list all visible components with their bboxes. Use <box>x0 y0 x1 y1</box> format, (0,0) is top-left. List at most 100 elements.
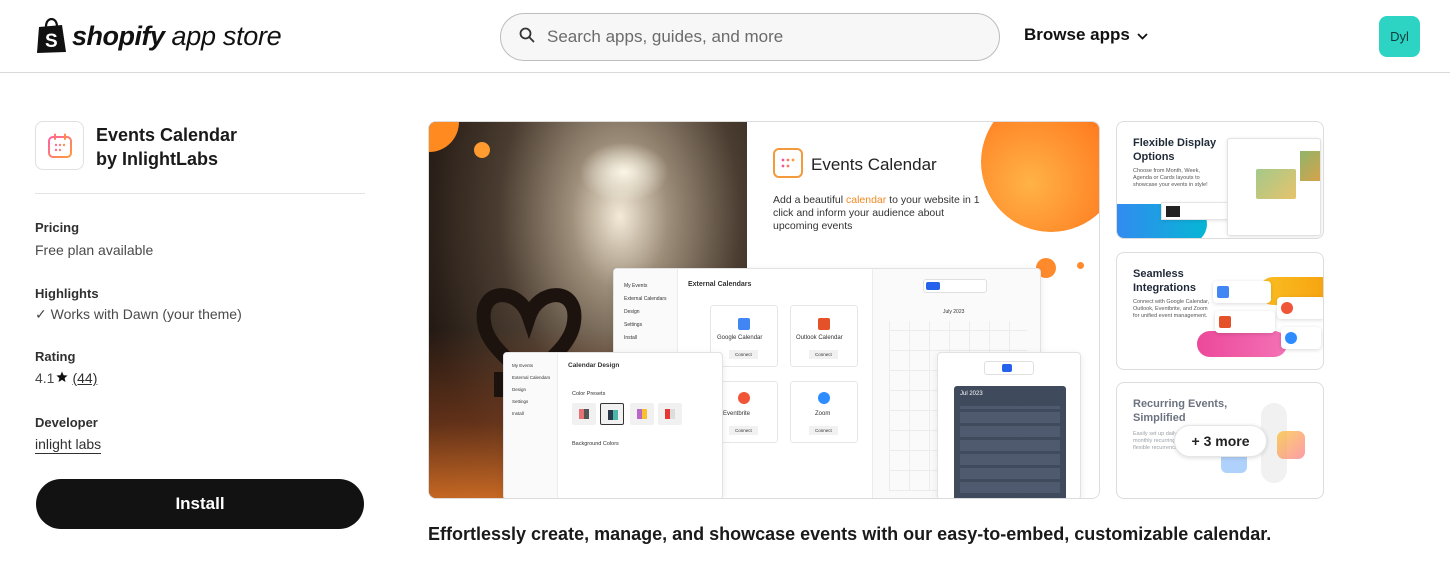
connect-button: Connect <box>809 426 838 435</box>
pricing-label: Pricing <box>35 220 80 235</box>
eventbrite-label: Eventbrite <box>723 411 751 417</box>
dark-calendar: Jul 2023 <box>954 386 1066 498</box>
mock-side-item: Design <box>624 309 640 315</box>
dark-calendar-mock: Jul 2023 <box>937 352 1081 498</box>
search-bar[interactable] <box>500 13 1000 61</box>
rating-count-link[interactable]: (44) <box>72 370 97 386</box>
highlights-label: Highlights <box>35 286 99 301</box>
orange-blob-decoration <box>981 122 1099 232</box>
search-icon <box>519 27 535 48</box>
developer-label: Developer <box>35 415 98 430</box>
thumbnail-flexible-display[interactable]: Flexible Display Options Choose from Mon… <box>1116 121 1324 239</box>
rating-row: 4.1 (44) <box>35 370 97 386</box>
color-preset-swatch <box>572 403 596 425</box>
more-screenshots-button[interactable]: + 3 more <box>1174 425 1267 457</box>
shopify-app-store-logo[interactable]: S shopify app store <box>35 16 282 56</box>
install-button[interactable]: Install <box>36 479 364 529</box>
connect-button: Connect <box>809 350 838 359</box>
connect-button: Connect <box>729 350 758 359</box>
calendar-layout-preview <box>1227 138 1321 236</box>
developer-link[interactable]: inlight labs <box>35 436 102 454</box>
mock-design-title: Calendar Design <box>568 362 620 369</box>
promo-title: Events Calendar <box>811 155 937 174</box>
logo-text-shopify: shopify <box>72 20 165 51</box>
mock-color-presets: Color Presets <box>572 391 606 397</box>
orange-dot-decoration <box>474 142 490 158</box>
view-toggle <box>984 361 1034 375</box>
zoom-label: Zoom <box>815 411 831 417</box>
highlights-value: ✓ Works with Dawn (your theme) <box>35 306 242 322</box>
promo-description: Add a beautiful calendar to your website… <box>773 194 983 233</box>
svg-text:S: S <box>45 31 58 52</box>
promo-desc-highlight: calendar <box>845 194 887 206</box>
rating-value: 4.1 <box>35 370 55 386</box>
outlook-calendar-card: Outlook Calendar Connect <box>790 305 858 367</box>
google-calendar-icon <box>738 318 750 330</box>
office-icon <box>818 318 830 330</box>
google-calendar-icon <box>1217 286 1229 298</box>
pink-wave-decoration <box>1197 331 1287 357</box>
mock-sidebar: My Events External Calendars Design Sett… <box>504 353 558 498</box>
eventbrite-icon <box>738 392 750 404</box>
user-avatar[interactable]: Dyl <box>1379 16 1420 57</box>
zoom-chip <box>1281 327 1321 349</box>
top-header: S shopify app store Browse apps Dyl <box>0 0 1450 73</box>
outlook-calendar-label: Outlook Calendar <box>796 335 843 341</box>
eventbrite-chip <box>1277 297 1323 319</box>
rating-label: Rating <box>35 349 76 364</box>
mock-background-colors: Background Colors <box>572 441 619 447</box>
eventbrite-icon <box>1281 302 1293 314</box>
thumb-title: Recurring Events, Simplified <box>1133 398 1228 424</box>
mock-side-item: Install <box>512 411 524 416</box>
app-icon-decoration <box>1277 431 1305 459</box>
google-calendar-label: Google Calendar <box>717 335 763 341</box>
star-icon <box>56 370 69 386</box>
orange-dot-decoration <box>1077 262 1084 269</box>
calendar-icon <box>47 133 72 158</box>
mock-side-item: Install <box>624 335 638 341</box>
app-developer-byline: by InlightLabs <box>96 149 219 169</box>
mock-side-item: Settings <box>512 399 529 404</box>
pricing-value: Free plan available <box>35 242 154 258</box>
outlook-chip <box>1215 311 1275 333</box>
color-preset-swatch <box>658 403 682 425</box>
thumb-description: Choose from Month, Week, Agenda or Cards… <box>1133 168 1208 188</box>
mock-side-item: My Events <box>624 283 648 289</box>
logo-text-app-store: app store <box>171 20 282 51</box>
view-toggle <box>923 279 987 293</box>
promo-desc-a: Add a beautiful <box>773 194 846 206</box>
hero-screenshot[interactable]: Events Calendar Add a beautiful calendar… <box>428 121 1100 499</box>
calendar-design-mock: My Events External Calendars Design Sett… <box>503 352 723 498</box>
mock-side-item: Design <box>512 387 527 392</box>
app-name: Events Calendar <box>96 125 238 145</box>
color-preset-swatch <box>630 403 654 425</box>
mock-side-item: Settings <box>624 322 643 328</box>
mock-month-label: July 2023 <box>943 309 965 315</box>
zoom-card: Zoom Connect <box>790 381 858 443</box>
search-input[interactable] <box>547 27 967 47</box>
thumbnail-seamless-integrations[interactable]: Seamless Integrations Connect with Googl… <box>1116 252 1324 370</box>
shopify-bag-icon: S <box>35 17 68 54</box>
monitor-icon <box>926 282 940 290</box>
app-title: Events Calendar by InlightLabs <box>96 123 237 171</box>
divider <box>35 193 365 194</box>
app-tagline: Effortlessly create, manage, and showcas… <box>428 524 1272 544</box>
browse-apps-label: Browse apps <box>1024 25 1130 44</box>
mock-external-title: External Calendars <box>688 281 752 288</box>
color-preset-swatch-selected <box>600 403 624 425</box>
google-calendar-chip <box>1213 281 1271 303</box>
chevron-down-icon <box>1137 25 1148 45</box>
app-icon <box>35 121 84 170</box>
layout-selector <box>1161 202 1231 220</box>
thumb-description: Connect with Google Calendar, Outlook, E… <box>1133 299 1210 319</box>
stage-light <box>579 142 669 202</box>
browse-apps-dropdown[interactable]: Browse apps <box>1024 25 1148 45</box>
dark-month-label: Jul 2023 <box>960 391 983 397</box>
thumb-title: Flexible Display Options <box>1133 137 1217 163</box>
mock-side-item: External Calendars <box>512 375 551 380</box>
mock-side-item: External Calendars <box>624 296 667 302</box>
dark-calendar-grid <box>960 406 1060 496</box>
zoom-icon <box>1285 332 1297 344</box>
zoom-icon <box>818 392 830 404</box>
mock-side-item: My Events <box>512 363 534 368</box>
